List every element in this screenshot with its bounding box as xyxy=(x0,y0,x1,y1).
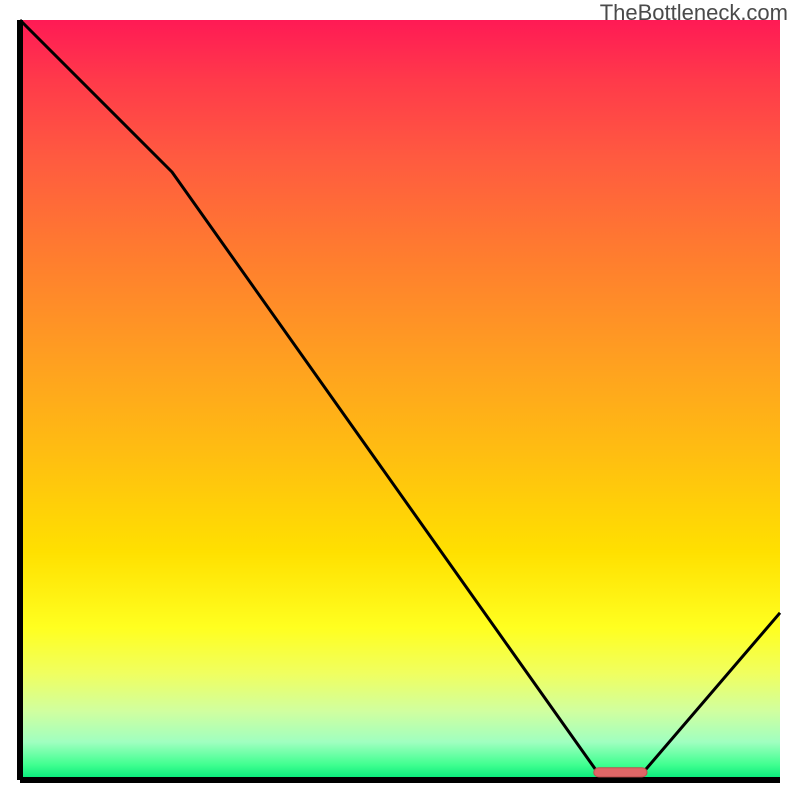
chart-svg xyxy=(20,20,780,780)
curve-line xyxy=(20,20,780,772)
optimal-marker xyxy=(594,768,647,777)
watermark-text: TheBottleneck.com xyxy=(600,0,788,26)
chart-container: TheBottleneck.com xyxy=(0,0,800,800)
